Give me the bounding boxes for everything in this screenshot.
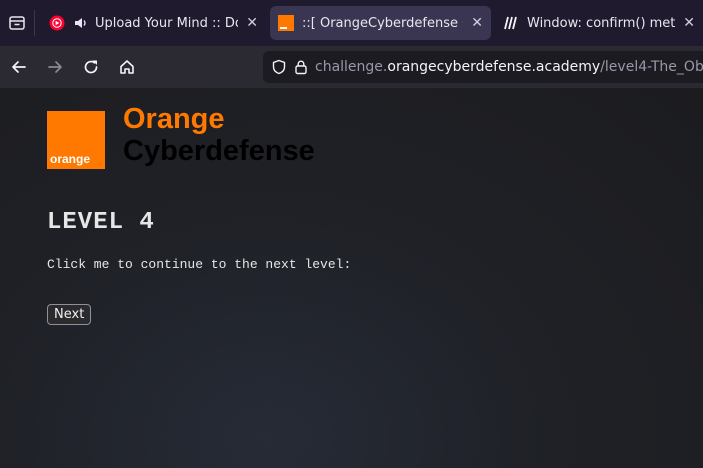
home-button[interactable] xyxy=(110,50,144,84)
orange-logo: orange xyxy=(47,111,105,169)
next-button[interactable]: Next xyxy=(47,304,92,325)
tab-title: Window: confirm() method - xyxy=(527,15,676,31)
tab-list-icon xyxy=(9,16,25,30)
logo-wordmark-orange: Orange xyxy=(123,103,225,135)
url-bar[interactable]: challenge.orangecyberdefense.academy/lev… xyxy=(263,51,703,83)
page-content: orange Orange Cyberdefense LEVEL 4 Click… xyxy=(0,88,703,468)
orange-logo-icon xyxy=(278,15,294,31)
instruction-text: Click me to continue to the next level: xyxy=(47,257,352,272)
youtube-music-icon xyxy=(49,15,65,31)
forward-button[interactable] xyxy=(38,50,72,84)
page-title: LEVEL 4 xyxy=(47,209,155,236)
close-tab-icon[interactable]: ✕ xyxy=(246,15,258,31)
tab-separator xyxy=(34,10,35,36)
navigation-bar: challenge.orangecyberdefense.academy/lev… xyxy=(0,46,703,88)
mdn-icon xyxy=(504,16,517,30)
tab-strip: Upload Your Mind :: Dow ✕ ::[ OrangeCybe… xyxy=(0,0,703,46)
lock-icon xyxy=(295,60,307,75)
shield-icon xyxy=(272,59,286,75)
url-path: /level4-The_Obstacl xyxy=(600,59,703,75)
tab-window-confirm[interactable]: Window: confirm() method - ✕ xyxy=(495,6,703,40)
tab-title: ::[ OrangeCyberdefense Cha xyxy=(302,15,463,31)
site-info-button[interactable] xyxy=(293,56,309,78)
speaker-icon[interactable] xyxy=(73,15,89,31)
url-prefix: challenge. xyxy=(315,59,388,75)
back-button[interactable] xyxy=(2,50,36,84)
url-host: orangecyberdefense.academy xyxy=(387,59,601,75)
tab-upload-your-mind[interactable]: Upload Your Mind :: Dow ✕ xyxy=(41,6,266,40)
reload-icon xyxy=(84,60,98,74)
url-text[interactable]: challenge.orangecyberdefense.academy/lev… xyxy=(315,59,703,75)
tab-orangecyberdefense[interactable]: ::[ OrangeCyberdefense Cha ✕ xyxy=(270,6,491,40)
tab-title: Upload Your Mind :: Dow xyxy=(95,15,239,31)
reload-button[interactable] xyxy=(74,50,108,84)
tracking-protection-button[interactable] xyxy=(271,56,287,78)
close-tab-icon[interactable]: ✕ xyxy=(683,15,695,31)
tab-manager-button[interactable] xyxy=(0,0,34,46)
logo-wordmark-cyberdefense: Cyberdefense xyxy=(123,135,315,167)
arrow-right-icon xyxy=(48,61,62,73)
home-icon xyxy=(120,60,134,74)
arrow-left-icon xyxy=(12,61,26,73)
close-tab-icon[interactable]: ✕ xyxy=(471,15,483,31)
logo-small-text: orange xyxy=(50,152,91,166)
